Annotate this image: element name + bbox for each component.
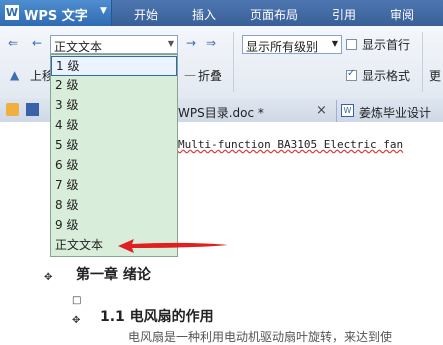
level-option-2[interactable]: 2 级 <box>51 76 177 96</box>
tab-review[interactable]: 审阅 <box>390 6 414 23</box>
promote-to-heading-icon[interactable]: ⇐ <box>8 36 18 50</box>
show-format-checkbox[interactable] <box>346 68 357 81</box>
tab-wps-toc-doc[interactable]: WPS目录.doc * × <box>176 100 334 122</box>
chevron-down-icon[interactable]: ▼ <box>168 39 174 48</box>
outline-level-combo[interactable]: 正文文本 ▼ <box>50 35 178 54</box>
level-option-3[interactable]: 3 级 <box>51 96 177 116</box>
folder-icon[interactable] <box>6 103 19 116</box>
tab-graduation-doc[interactable]: W 姜炼毕业设计 <box>336 100 443 122</box>
outline-plus-icon[interactable]: ✥ <box>44 272 52 283</box>
promote-icon[interactable]: ← <box>32 36 42 50</box>
move-up-icon[interactable]: ▲ <box>10 68 19 82</box>
show-first-line-checkbox[interactable] <box>346 39 357 50</box>
tab-insert[interactable]: 插入 <box>192 6 216 23</box>
ribbon-separator <box>233 32 234 92</box>
doc-line-english: Multi-function BA3105 Electric fan <box>178 138 403 151</box>
tab-label: WPS目录.doc * <box>178 106 264 120</box>
show-first-line-label: 显示首行 <box>362 38 411 52</box>
level-option-7[interactable]: 7 级 <box>51 176 177 196</box>
tab-label: 姜炼毕业设计 <box>359 106 432 120</box>
heading-chapter-1: 第一章 绪论 <box>76 267 151 283</box>
app-title: WPS 文字 <box>24 9 88 24</box>
tab-references[interactable]: 引用 <box>332 6 356 23</box>
level-option-5[interactable]: 5 级 <box>51 136 177 156</box>
outline-level-value: 正文文本 <box>54 40 103 54</box>
menu-bar: W WPS 文字 ▼ 开始 插入 页面布局 引用 审阅 <box>0 0 443 26</box>
outline-plus-icon[interactable]: ✥ <box>72 315 80 326</box>
level-option-8[interactable]: 8 级 <box>51 196 177 216</box>
app-menu-button[interactable]: W WPS 文字 ▼ <box>0 0 112 26</box>
demote-icon[interactable]: → <box>186 36 196 50</box>
ribbon-separator <box>422 32 423 92</box>
heading-section-1-1: 1.1 电风扇的作用 <box>100 309 214 325</box>
collapse-label[interactable]: 折叠 <box>198 67 222 84</box>
body-text-line: 电风扇是一种利用电动机驱动扇叶旋转，来达到使 <box>128 330 393 344</box>
tab-home[interactable]: 开始 <box>134 6 158 23</box>
word-doc-icon: W <box>341 104 354 117</box>
demote-to-body-icon[interactable]: ⇒ <box>206 36 216 50</box>
tab-page-layout[interactable]: 页面布局 <box>250 6 298 23</box>
close-icon[interactable]: × <box>316 103 327 118</box>
show-format-label: 显示格式 <box>362 69 411 83</box>
red-arrow-annotation <box>118 239 228 253</box>
level-option-6[interactable]: 6 级 <box>51 156 177 176</box>
level-option-4[interactable]: 4 级 <box>51 116 177 136</box>
level-option-1[interactable]: 1 级 <box>51 56 177 76</box>
outline-bullet-icon[interactable]: □ <box>72 295 81 306</box>
caret-down-icon: ▼ <box>100 6 107 16</box>
chevron-down-icon[interactable]: ▼ <box>332 39 338 48</box>
collapse-icon[interactable]: — <box>184 68 196 82</box>
wps-logo-icon: W <box>5 5 19 20</box>
show-level-value: 显示所有级别 <box>246 40 319 54</box>
show-level-combo[interactable]: 显示所有级别 ▼ <box>242 35 342 54</box>
save-icon[interactable] <box>26 103 39 116</box>
level-option-9[interactable]: 9 级 <box>51 216 177 236</box>
ribbon-cut-label[interactable]: 更 <box>429 67 441 84</box>
spellcheck-text: Multi-function BA3105 Electric fan <box>178 138 404 151</box>
outline-level-dropdown: 1 级 2 级 3 级 4 级 5 级 6 级 7 级 8 级 9 级 正文文本 <box>50 54 178 257</box>
